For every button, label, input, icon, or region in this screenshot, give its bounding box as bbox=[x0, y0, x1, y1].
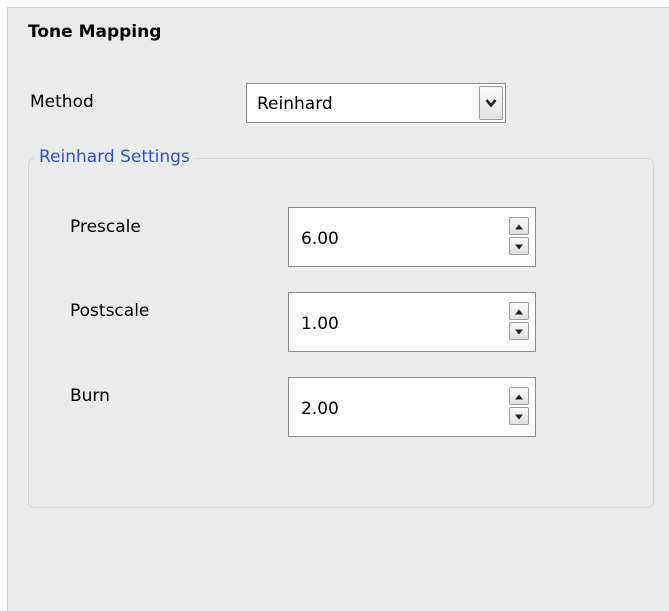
method-select[interactable]: Reinhard bbox=[246, 83, 506, 123]
postscale-spinbox[interactable]: 1.00 bbox=[288, 292, 536, 352]
chevron-up-icon bbox=[514, 386, 524, 406]
prescale-label: Prescale bbox=[70, 217, 141, 237]
method-select-value: Reinhard bbox=[257, 94, 333, 114]
panel-title: Tone Mapping bbox=[28, 22, 162, 42]
burn-increment-button[interactable] bbox=[509, 387, 529, 405]
method-label: Method bbox=[30, 92, 94, 112]
postscale-increment-button[interactable] bbox=[509, 302, 529, 320]
prescale-spinbox[interactable]: 6.00 bbox=[288, 207, 536, 267]
postscale-decrement-button[interactable] bbox=[509, 322, 529, 340]
prescale-value: 6.00 bbox=[301, 229, 339, 249]
chevron-down-icon bbox=[514, 236, 524, 256]
chevron-down-icon bbox=[485, 93, 497, 113]
chevron-down-icon bbox=[514, 406, 524, 426]
burn-spinbox[interactable]: 2.00 bbox=[288, 377, 536, 437]
prescale-decrement-button[interactable] bbox=[509, 237, 529, 255]
burn-label: Burn bbox=[70, 386, 110, 406]
chevron-up-icon bbox=[514, 301, 524, 321]
burn-value: 2.00 bbox=[301, 399, 339, 419]
group-title: Reinhard Settings bbox=[34, 146, 195, 168]
burn-decrement-button[interactable] bbox=[509, 407, 529, 425]
chevron-up-icon bbox=[514, 216, 524, 236]
tone-mapping-panel: Tone Mapping Method Reinhard Reinhard Se… bbox=[7, 7, 669, 611]
prescale-increment-button[interactable] bbox=[509, 217, 529, 235]
postscale-value: 1.00 bbox=[301, 314, 339, 334]
chevron-down-icon bbox=[514, 321, 524, 341]
postscale-label: Postscale bbox=[70, 301, 150, 321]
dropdown-button[interactable] bbox=[479, 86, 503, 120]
